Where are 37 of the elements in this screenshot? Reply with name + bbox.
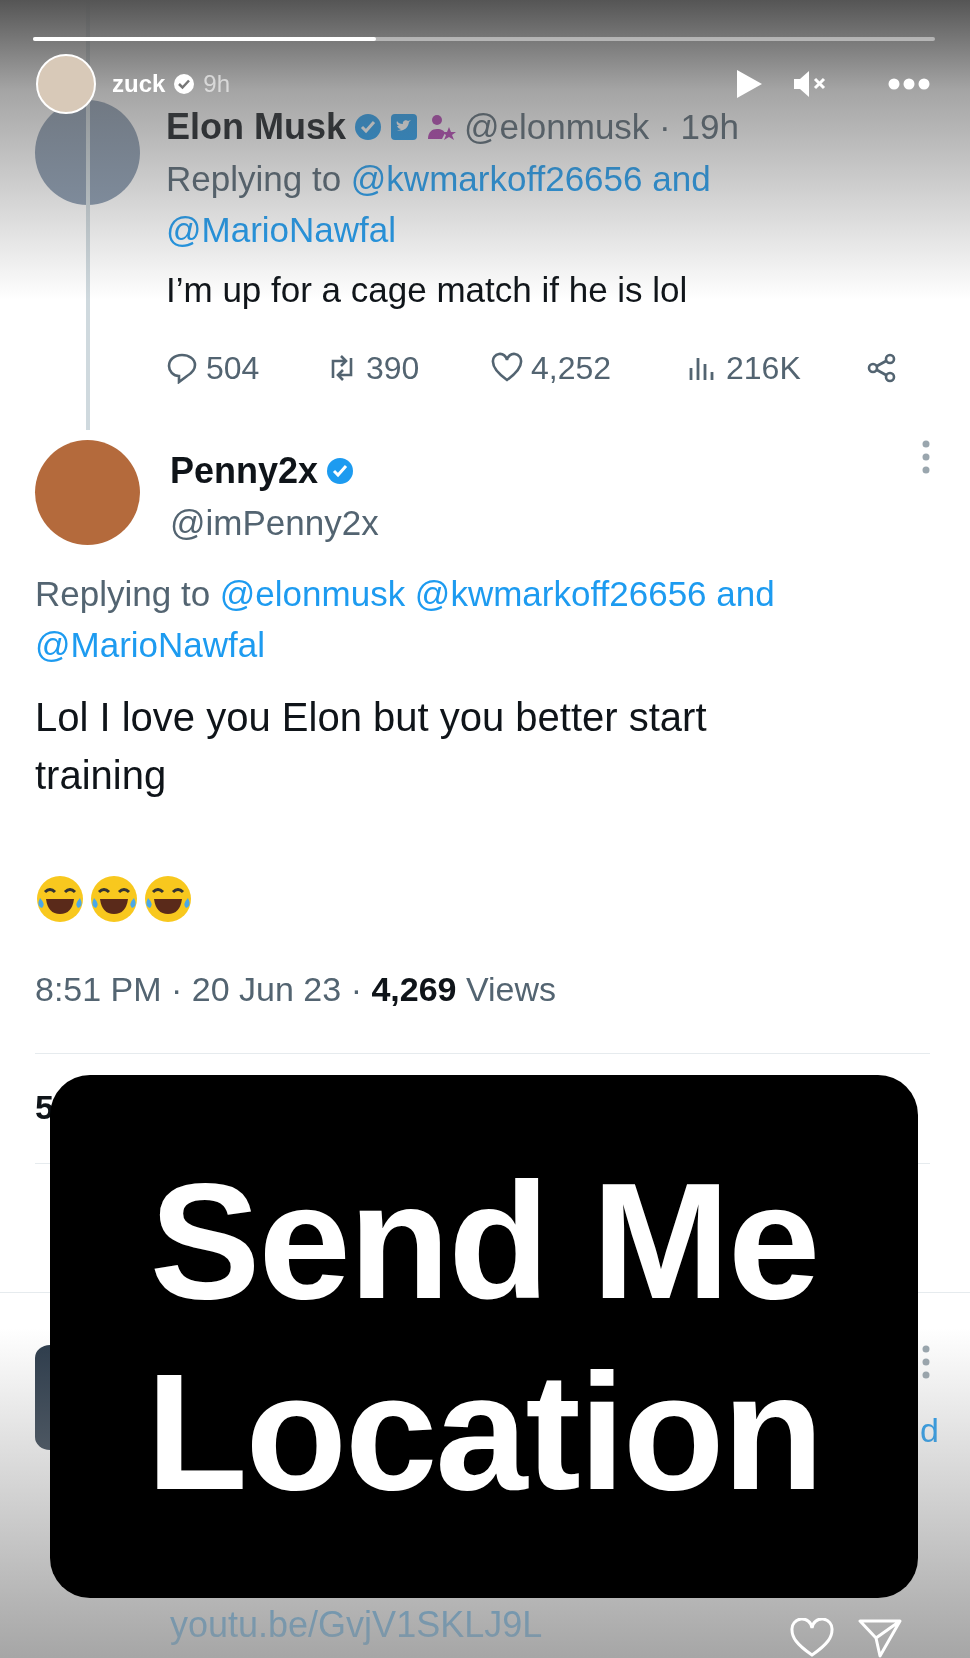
- reply-text: d: [920, 1410, 939, 1451]
- story-avatar[interactable]: [36, 54, 96, 114]
- sticker-text: Send Me Location: [146, 1146, 822, 1526]
- play-icon[interactable]: [734, 68, 764, 100]
- profile-avatar[interactable]: [35, 1345, 50, 1451]
- more-options-icon[interactable]: [922, 1345, 930, 1380]
- verified-badge-icon: [173, 73, 196, 95]
- more-options-icon[interactable]: [922, 440, 930, 474]
- retweet-count: 390: [366, 349, 420, 388]
- author-handle: @imPenny2x: [170, 502, 380, 544]
- story-username[interactable]: zuck: [112, 66, 166, 102]
- reply-count: 504: [206, 349, 260, 388]
- tweet-text: I’m up for a cage match if he is lol: [166, 268, 689, 311]
- story-time: 9h: [203, 69, 231, 99]
- like-count: 4,252: [531, 349, 612, 388]
- square-badge-icon: [390, 113, 419, 141]
- tweet-text: Lol I love you Elon but you better start training: [35, 694, 708, 800]
- reply-context: Replying to @elonmusk @kwmarkoff26656 and @MarioNawfal: [35, 572, 776, 666]
- send-icon[interactable]: [858, 1618, 902, 1658]
- tweet-link[interactable]: youtu.be/GvjV1SKLJ9L: [170, 1598, 543, 1652]
- more-options-icon[interactable]: [888, 78, 930, 90]
- laughing-face-icon: [35, 874, 85, 925]
- laughing-face-icon: [143, 874, 193, 925]
- reply-icon[interactable]: [166, 352, 198, 384]
- share-icon[interactable]: [866, 352, 898, 384]
- heart-icon[interactable]: [491, 352, 523, 384]
- verified-badge-icon: [354, 113, 383, 141]
- person-star-icon: [426, 113, 457, 141]
- mute-icon[interactable]: [792, 68, 828, 100]
- author-name: Penny2x: [170, 449, 319, 493]
- reply-context: Replying to @kwmarkoff26656 and @MarioNawfal: [166, 158, 712, 251]
- verified-badge-icon: [326, 457, 355, 485]
- tweet-timestamp: 8:51 PM · 20 Jun 23 · 4,269 Views: [35, 969, 558, 1011]
- views-count: 216K: [726, 349, 801, 388]
- laughing-face-icon: [89, 874, 139, 925]
- author-name: Elon Musk: [166, 105, 347, 149]
- handle-and-time: @elonmusk · 19h: [464, 105, 739, 148]
